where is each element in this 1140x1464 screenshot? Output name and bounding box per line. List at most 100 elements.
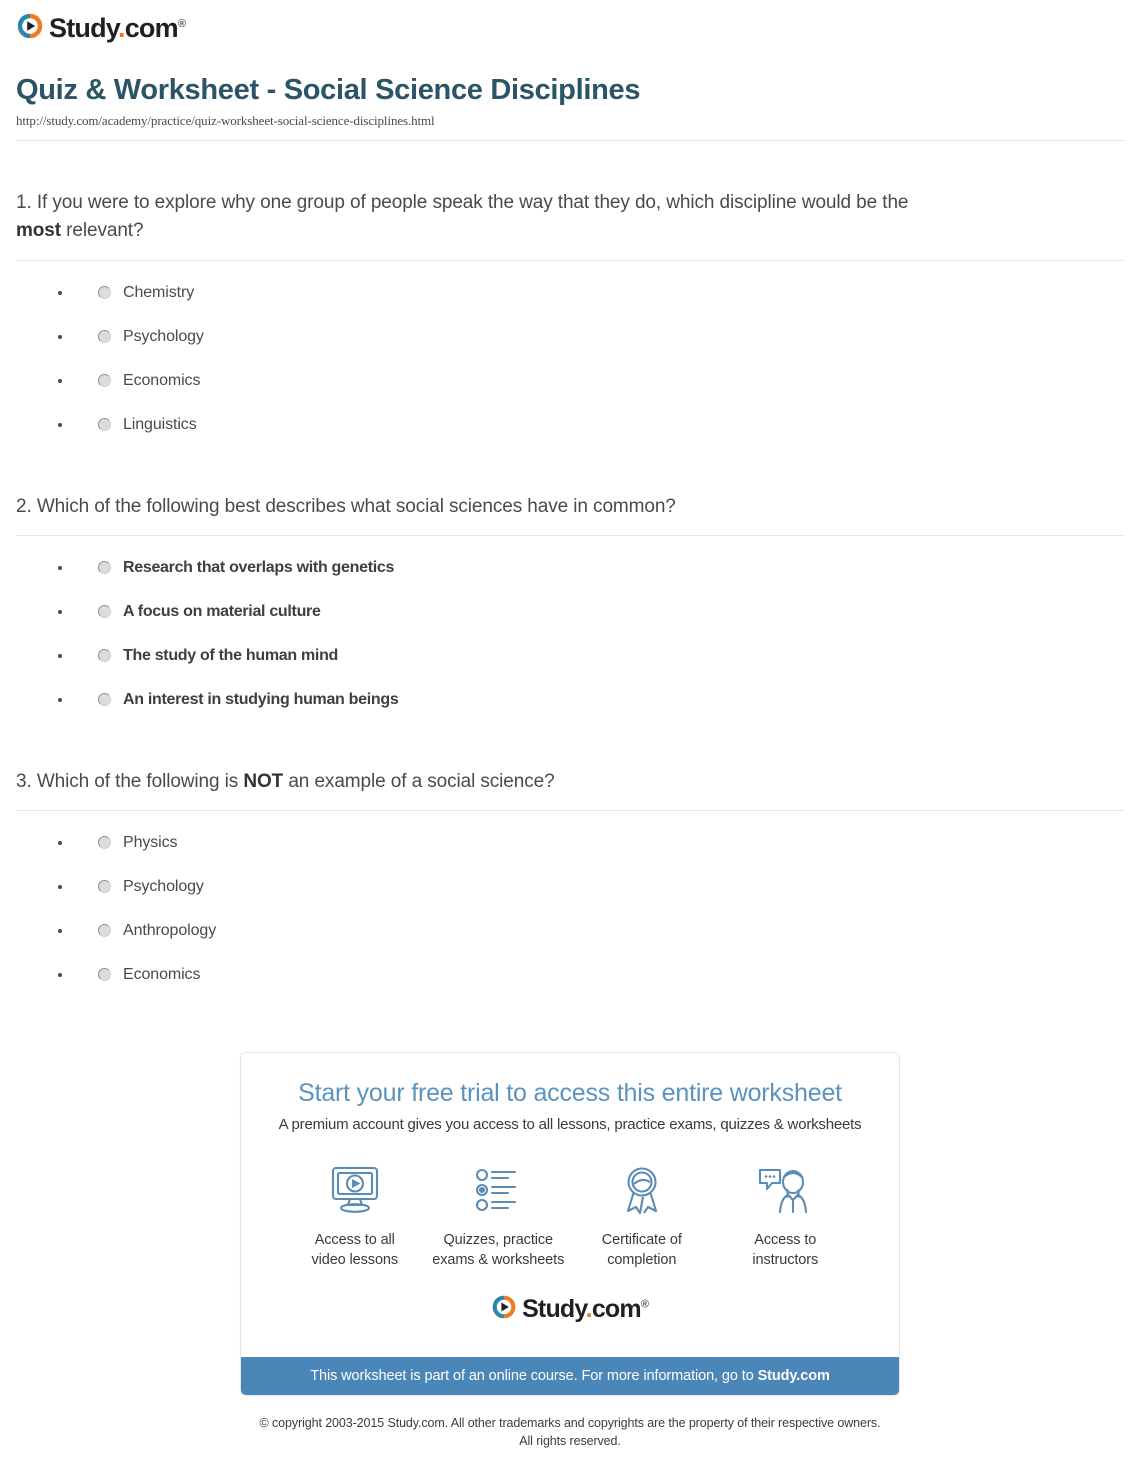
answer-options: Physics Psychology Anthropology Economics — [16, 811, 1124, 997]
radio-button-icon[interactable] — [98, 649, 111, 663]
monitor-play-icon — [283, 1159, 427, 1221]
feature-label-line1: Access to — [754, 1231, 817, 1248]
question-emphasis: NOT — [243, 770, 284, 792]
answer-option[interactable]: The study of the human mind — [46, 634, 1124, 678]
list-bullet-icon — [58, 972, 62, 977]
play-circle-logo-icon — [491, 1294, 517, 1325]
answer-option-label: Chemistry — [123, 283, 195, 301]
copyright-footer: © copyright 2003-2015 Study.com. All oth… — [0, 1396, 1140, 1464]
logo-trademark: ® — [640, 1298, 649, 1311]
answer-option-label: Economics — [123, 371, 201, 389]
radio-button-icon[interactable] — [98, 561, 111, 575]
answer-option-label: Anthropology — [123, 922, 217, 940]
answer-options: Chemistry Psychology Economics Linguistics — [16, 261, 1124, 447]
answer-option-label: Linguistics — [123, 415, 197, 433]
feature-video-lessons: Access to all video lessons — [283, 1159, 427, 1270]
promo-section: Start your free trial to access this ent… — [0, 997, 1140, 1397]
promo-card-body: Start your free trial to access this ent… — [241, 1053, 899, 1357]
question-block: 2. Which of the following best describes… — [16, 447, 1124, 722]
list-bullet-icon — [58, 884, 62, 889]
feature-label: Access to all video lessons — [283, 1231, 427, 1270]
list-bullet-icon — [58, 697, 62, 702]
radio-button-icon[interactable] — [98, 374, 111, 388]
answer-option[interactable]: Economics — [46, 953, 1124, 997]
answer-option[interactable]: A focus on material culture — [46, 590, 1124, 634]
answer-option[interactable]: Psychology — [46, 315, 1124, 359]
answer-option-label: The study of the human mind — [123, 647, 339, 665]
feature-label-line2: instructors — [752, 1251, 819, 1268]
promo-footer-bar[interactable]: This worksheet is part of an online cour… — [241, 1357, 899, 1396]
answer-option[interactable]: Research that overlaps with genetics — [46, 546, 1124, 590]
question-text-part: Which of the following best describes wh… — [36, 495, 676, 517]
answer-option[interactable]: An interest in studying human beings — [46, 678, 1124, 722]
award-ribbon-icon — [570, 1159, 714, 1221]
logo-word-com: com — [124, 13, 179, 43]
answer-option-label: An interest in studying human beings — [123, 691, 399, 709]
radio-button-icon[interactable] — [98, 418, 111, 432]
feature-label-line2: video lessons — [311, 1251, 399, 1268]
radio-button-icon[interactable] — [98, 880, 111, 894]
question-number: 3. — [16, 770, 32, 792]
answer-option-label: Psychology — [123, 878, 204, 896]
worksheet-header: Quiz & Worksheet - Social Science Discip… — [0, 44, 1140, 142]
radio-button-icon[interactable] — [98, 924, 111, 938]
radio-button-icon[interactable] — [98, 286, 111, 300]
question-text-part: relevant? — [61, 220, 144, 242]
radio-button-icon[interactable] — [98, 605, 111, 619]
answer-option[interactable]: Physics — [46, 821, 1124, 865]
answer-option-label: Research that overlaps with genetics — [123, 559, 395, 577]
play-circle-logo-icon — [16, 12, 44, 45]
answer-option-label: A focus on material culture — [123, 603, 321, 621]
radio-button-icon[interactable] — [98, 693, 111, 707]
questions-list: 1. If you were to explore why one group … — [0, 141, 1140, 996]
logo-wordmark: Study.com® — [522, 1297, 649, 1322]
question-text-part: Which of the following is — [36, 770, 244, 792]
logo-word-dot: . — [118, 13, 125, 43]
top-header-bar: Study.com® — [0, 0, 1140, 44]
radio-button-icon[interactable] — [98, 330, 111, 344]
answer-option[interactable]: Anthropology — [46, 909, 1124, 953]
question-text-part: If you were to explore why one group of … — [36, 192, 909, 214]
question-block: 3. Which of the following is NOT an exam… — [16, 722, 1124, 997]
copyright-line-2: All rights reserved. — [519, 1434, 621, 1449]
list-bullet-icon — [58, 290, 62, 295]
logo-word-study: Study — [49, 13, 119, 43]
answer-option-label: Physics — [123, 834, 178, 852]
feature-label-line1: Access to all — [314, 1231, 395, 1248]
logo-wordmark: Study.com® — [49, 15, 186, 42]
question-text-part: an example of a social science? — [283, 770, 555, 792]
answer-options: Research that overlaps with genetics A fo… — [16, 536, 1124, 722]
promo-headline: Start your free trial to access this ent… — [298, 1078, 842, 1107]
list-bullet-icon — [58, 422, 62, 427]
copyright-line-1: © copyright 2003-2015 Study.com. All oth… — [259, 1416, 881, 1431]
logo-word-com: com — [591, 1295, 642, 1324]
list-bullet-icon — [58, 378, 62, 383]
answer-option[interactable]: Chemistry — [46, 271, 1124, 315]
feature-label: Quizzes, practice exams & worksheets — [427, 1231, 571, 1270]
feature-label-line1: Quizzes, practice — [443, 1231, 553, 1248]
answer-option[interactable]: Psychology — [46, 865, 1124, 909]
feature-label: Certificate of completion — [570, 1231, 714, 1270]
page-title: Quiz & Worksheet - Social Science Discip… — [16, 74, 641, 106]
question-number: 1. — [16, 192, 32, 214]
promo-bar-text: This worksheet is part of an online cour… — [310, 1368, 758, 1385]
answer-option[interactable]: Economics — [46, 359, 1124, 403]
promo-bar-brand-link[interactable]: Study.com — [758, 1368, 830, 1384]
question-block: 1. If you were to explore why one group … — [16, 141, 1124, 446]
promo-features: Access to all video lessons Quizzes, pra… — [261, 1133, 879, 1270]
list-bullet-icon — [58, 840, 62, 845]
answer-option-label: Psychology — [123, 327, 204, 345]
promo-study-com-logo[interactable]: Study.com® — [261, 1270, 879, 1345]
feature-instructors: Access to instructors — [714, 1159, 858, 1270]
feature-quizzes: Quizzes, practice exams & worksheets — [427, 1159, 571, 1270]
feature-label-line2: completion — [607, 1251, 677, 1268]
logo-trademark: ® — [177, 18, 186, 30]
radio-button-icon[interactable] — [98, 968, 111, 982]
answer-option[interactable]: Linguistics — [46, 403, 1124, 447]
feature-certificate: Certificate of completion — [570, 1159, 714, 1270]
question-number: 2. — [16, 495, 32, 517]
promo-subheadline: A premium account gives you access to al… — [278, 1115, 862, 1133]
study-com-logo[interactable]: Study.com® — [16, 12, 186, 45]
radio-button-icon[interactable] — [98, 836, 111, 850]
logo-word-study: Study — [522, 1295, 586, 1324]
